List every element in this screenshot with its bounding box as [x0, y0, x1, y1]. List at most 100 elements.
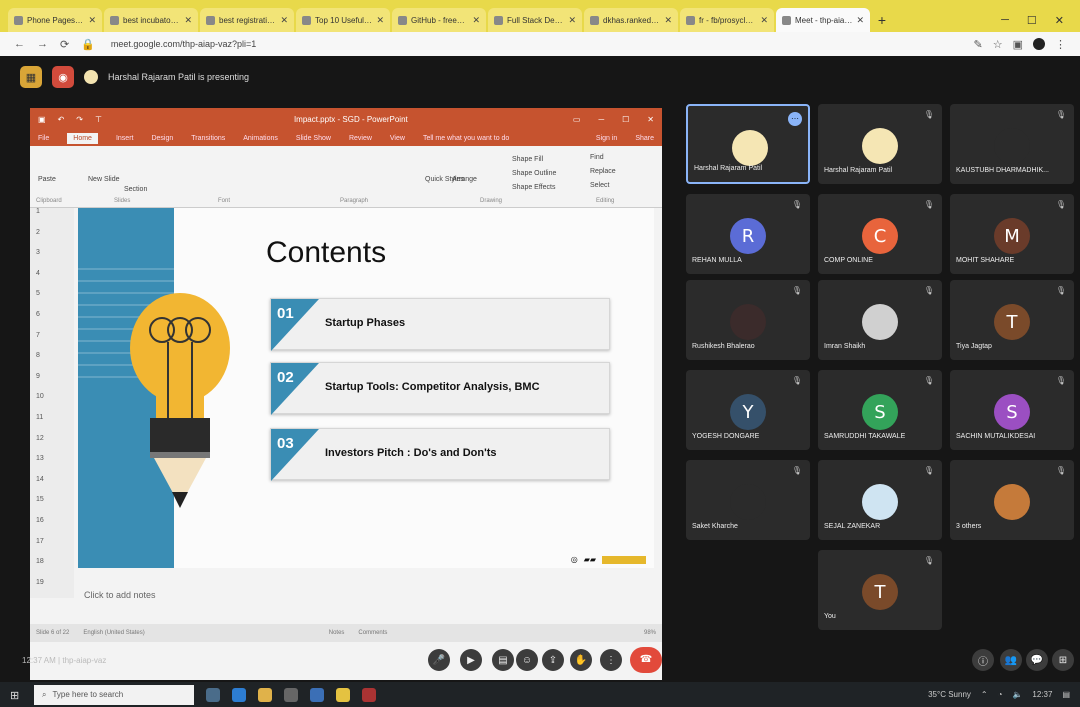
participant-tile[interactable]: 🎙 Rushikesh Bhalerao [686, 280, 810, 360]
select-button[interactable]: Select [590, 182, 609, 189]
thumbnail-number[interactable]: 6 [30, 311, 74, 332]
tab-close-icon[interactable]: ✕ [760, 15, 768, 26]
weather-status[interactable]: 35°C Sunny [928, 690, 971, 699]
thumbnail-number[interactable]: 16 [30, 517, 74, 538]
people-button[interactable]: 👥 [1000, 649, 1022, 671]
thumbnail-number[interactable]: 18 [30, 558, 74, 579]
thumbnail-number[interactable]: 2 [30, 229, 74, 250]
maximize-icon[interactable]: ☐ [1027, 14, 1037, 27]
arrange-button[interactable]: Arrange [452, 176, 477, 183]
thumbnail-number[interactable]: 10 [30, 393, 74, 414]
shape-effects-button[interactable]: Shape Effects [512, 184, 555, 191]
new-slide-button[interactable]: New Slide [88, 176, 120, 183]
extensions-icon[interactable]: ✎ [974, 38, 983, 51]
browser-tab[interactable]: fr - fb/prosycleal@mit ✕ [680, 8, 774, 32]
record-button[interactable]: ◉ [52, 66, 74, 88]
profile-avatar[interactable] [1033, 38, 1045, 50]
participant-tile[interactable]: 🎙 C COMP ONLINE [818, 194, 942, 274]
replace-button[interactable]: Replace [590, 168, 616, 175]
volume-icon[interactable]: 🔈 [1012, 690, 1022, 699]
redo-icon[interactable]: ↷ [76, 115, 83, 124]
tab-close-icon[interactable]: ✕ [568, 15, 576, 26]
url-field[interactable]: meet.google.com/thp-aiap-vaz?pli=1 [111, 39, 256, 49]
ribbon-toggle-icon[interactable]: ▭ [573, 115, 581, 124]
tab-close-icon[interactable]: ✕ [856, 15, 864, 26]
activities-button[interactable]: ⊞ [1052, 649, 1074, 671]
clock[interactable]: 12:37 [1032, 690, 1052, 699]
thumbnail-number[interactable]: 13 [30, 455, 74, 476]
participant-tile[interactable]: 🎙 S SACHIN MUTALIKDESAI [950, 370, 1074, 450]
present-button[interactable]: ⇪ [542, 649, 564, 671]
thumbnail-number[interactable]: 4 [30, 270, 74, 291]
browser-tab[interactable]: Top 10 Useful Github✕ [296, 8, 390, 32]
browser-tab[interactable]: GitHub - freeCodeCa ✕ [392, 8, 486, 32]
notifications-icon[interactable]: ▤ [1062, 690, 1070, 699]
more-options-button[interactable]: ⋮ [600, 649, 622, 671]
thumbnail-number[interactable]: 7 [30, 332, 74, 353]
powerpoint-taskbar-icon[interactable] [362, 687, 376, 702]
raise-hand-button[interactable]: ✋ [570, 649, 592, 671]
ppt-close-icon[interactable]: ✕ [647, 115, 654, 124]
tab-close-icon[interactable]: ✕ [280, 15, 288, 26]
participant-tile[interactable]: 🎙 SEJAL ZANEKAR [818, 460, 942, 540]
info-button[interactable]: ⓘ [972, 649, 994, 671]
network-icon[interactable]: ◔ [998, 690, 1003, 699]
language-status[interactable]: English (United States) [83, 630, 144, 636]
participant-tile[interactable]: 🎙 3 others [950, 460, 1074, 540]
back-icon[interactable]: ← [14, 38, 25, 50]
tray-chevron-icon[interactable]: ⌃ [981, 690, 988, 699]
participant-tile[interactable]: ⋯ Harshal Rajaram Patil [686, 104, 810, 184]
thumbnail-number[interactable]: 8 [30, 352, 74, 373]
notes-placeholder[interactable]: Click to add notes [84, 590, 156, 600]
participant-tile[interactable]: 🎙 R REHAN MULLA [686, 194, 810, 274]
browser-tab[interactable]: best incubators in c ✕ [104, 8, 198, 32]
paste-button[interactable]: Paste [38, 176, 56, 183]
tab-close-icon[interactable]: ✕ [664, 15, 672, 26]
thumbnail-number[interactable]: 11 [30, 414, 74, 435]
browser-tab[interactable]: Meet - thp-aiap-vaz ✕ [776, 8, 870, 32]
comments-button[interactable]: Comments [358, 630, 387, 636]
minimize-icon[interactable]: ─ [1001, 14, 1009, 26]
ribbon-tab[interactable]: Slide Show [296, 135, 331, 142]
participant-tile[interactable]: 🎙 Imran Shaikh [818, 280, 942, 360]
task-view-icon[interactable] [206, 687, 220, 702]
zoom-level[interactable]: 98% [644, 630, 656, 636]
mic-button[interactable]: 🎤 [428, 649, 450, 671]
participant-tile[interactable]: 🎙 Saket Kharche [686, 460, 810, 540]
ribbon-tab[interactable]: Home [67, 132, 98, 144]
ribbon-tab[interactable]: Design [151, 135, 173, 142]
thumbnail-number[interactable]: 12 [30, 435, 74, 456]
pin-icon[interactable]: ⊤ [95, 115, 102, 124]
ppt-minimize-icon[interactable]: ─ [598, 115, 604, 124]
ribbon-tab[interactable]: Insert [116, 135, 134, 142]
thumbnail-number[interactable]: 15 [30, 496, 74, 517]
browser-tab[interactable]: Full Stack Developer ✕ [488, 8, 582, 32]
section-button[interactable]: Section [124, 186, 147, 193]
participant-tile[interactable]: 🎙 M MOHIT SHAHARE [950, 194, 1074, 274]
tab-close-icon[interactable]: ✕ [376, 15, 384, 26]
browser-tab[interactable]: best registrations ar✕ [200, 8, 294, 32]
thumbnail-number[interactable]: 19 [30, 579, 74, 600]
ribbon-tab[interactable]: Animations [243, 135, 278, 142]
slide-canvas[interactable]: Contents 01 Startup Phases 02 Startup To… [78, 208, 654, 568]
participant-tile[interactable]: 🎙 Y YOGESH DONGARE [686, 370, 810, 450]
slide-thumbnail-pane[interactable]: 1 2 3 4 5 6 7 8 9 10 11 12 13 14 15 16 17 18 19 [30, 208, 74, 598]
taskbar-search[interactable]: ⌕ Type here to search [34, 684, 194, 705]
thumbnail-number[interactable]: 17 [30, 538, 74, 559]
ribbon-tab[interactable]: View [390, 135, 405, 142]
new-tab-button[interactable]: + [872, 8, 892, 32]
undo-icon[interactable]: ↶ [58, 115, 65, 124]
leave-call-button[interactable]: ☎ [630, 647, 662, 673]
thumbnail-number[interactable]: 14 [30, 476, 74, 497]
windows-start-icon[interactable]: ⊞ [10, 689, 22, 702]
tab-close-icon[interactable]: ✕ [472, 15, 480, 26]
ribbon-tab[interactable]: File [38, 135, 49, 142]
thumbnail-number[interactable]: 1 [30, 208, 74, 229]
participant-tile[interactable]: 🎙 Harshal Rajaram Patil [818, 104, 942, 184]
thumbnail-number[interactable]: 9 [30, 373, 74, 394]
file-explorer-icon[interactable] [258, 687, 272, 702]
tab-close-icon[interactable]: ✕ [184, 15, 192, 26]
ribbon-tab[interactable]: Transitions [191, 135, 225, 142]
ribbon-tab[interactable]: Review [349, 135, 372, 142]
participant-tile[interactable]: 🎙 T You [818, 550, 942, 630]
